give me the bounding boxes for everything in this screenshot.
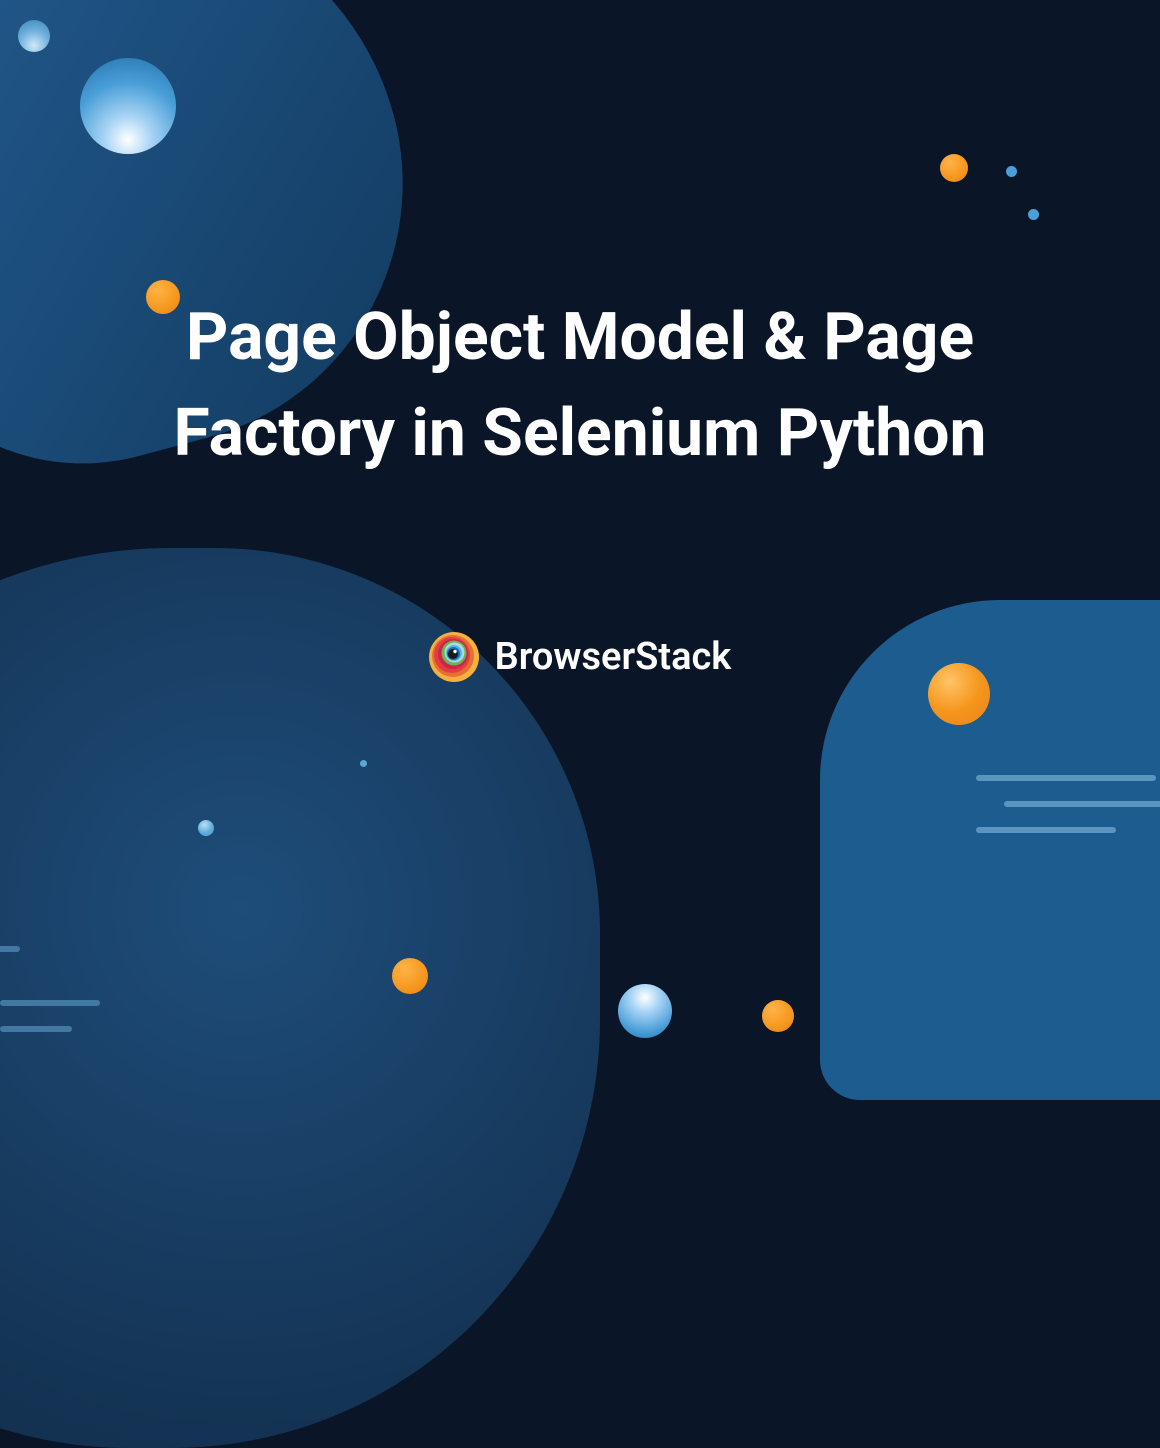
page-title: Page Object Model & Page Factory in Sele… [0,290,1160,481]
decorative-dot [940,154,968,182]
decorative-dot [360,760,367,767]
decorative-circle [18,20,50,52]
brand-name: BrowserStack [495,635,732,679]
decorative-lines [0,920,20,972]
decorative-lines [976,775,1160,853]
decorative-circle [618,984,672,1038]
decorative-lines [0,1000,100,1052]
decorative-blob [0,548,600,1448]
browserstack-logo-icon [429,632,479,682]
decorative-dot [392,958,428,994]
decorative-dot [198,820,214,836]
decorative-dot [1006,166,1017,177]
decorative-dot [762,1000,794,1032]
brand-container: BrowserStack [0,632,1160,682]
decorative-circle [80,58,176,154]
decorative-dot [1028,209,1039,220]
